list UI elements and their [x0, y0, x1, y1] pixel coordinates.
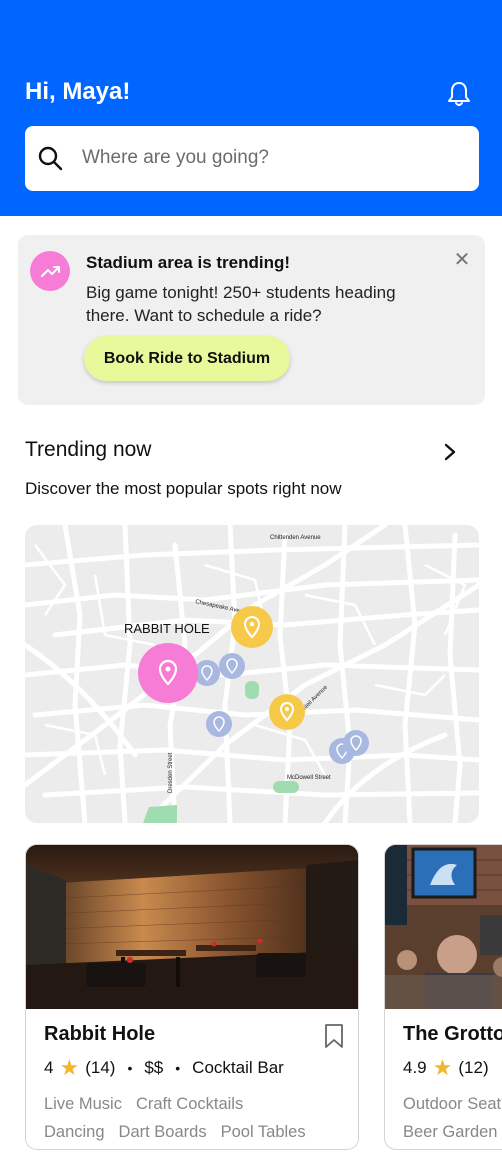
- venue-price: $$: [144, 1058, 164, 1077]
- trending-map[interactable]: Chittenden Avenue Chesapeake Ave Neil Av…: [25, 525, 479, 823]
- star-icon: ★: [59, 1055, 80, 1080]
- bell-icon[interactable]: [446, 80, 472, 108]
- map-pin[interactable]: [219, 653, 245, 679]
- venue-name: The Grotto: [403, 1023, 502, 1045]
- tag: Dancing: [44, 1123, 105, 1141]
- tag: Dart Boards: [118, 1123, 207, 1141]
- map-pin-selected[interactable]: [138, 643, 198, 703]
- search-icon: [38, 146, 63, 171]
- tag: Craft Cocktails: [135, 1095, 244, 1113]
- section-title: Trending now: [25, 438, 152, 461]
- street-label: Chittenden Avenue: [270, 535, 321, 541]
- venue-reviews: (14): [85, 1058, 116, 1077]
- venue-meta: 4 ★ (14) • $$ • Cocktail Bar: [44, 1055, 284, 1081]
- street-label: Dresden Street: [168, 752, 174, 793]
- star-icon: ★: [432, 1055, 453, 1080]
- venue-card[interactable]: Rabbit Hole 4 ★ (14) • $$ • Cocktail Bar Live …: [25, 844, 359, 1150]
- venue-rating: 4: [44, 1058, 54, 1077]
- section-subtitle: Discover the most popular spots right no…: [25, 479, 342, 498]
- map-place-label: RABBIT HOLE: [124, 621, 210, 636]
- trending-up-icon: [30, 251, 70, 291]
- venue-photo: [26, 845, 358, 1009]
- map-pin-trending[interactable]: [231, 606, 273, 648]
- separator-dot: •: [127, 1060, 133, 1076]
- banner-body: Big game tonight! 250+ students heading …: [86, 283, 396, 325]
- chevron-right-icon[interactable]: [440, 440, 460, 464]
- map-pin[interactable]: [206, 711, 232, 737]
- venue-card[interactable]: The Grotto 4.9 ★ (12) Outdoor Seat Beer Ga…: [384, 844, 502, 1150]
- venue-tags: Outdoor Seat Beer Garden: [403, 1090, 502, 1146]
- venue-category: Cocktail Bar: [192, 1058, 284, 1077]
- map-pin[interactable]: [343, 730, 369, 756]
- venue-reviews: (12): [458, 1058, 489, 1077]
- venue-photo: [385, 845, 502, 1009]
- venue-tags: Live Music Craft Cocktails Dancing Dart Bo…: [44, 1090, 320, 1146]
- close-icon[interactable]: ✕: [452, 250, 472, 270]
- banner-title: Stadium area is trending!: [86, 253, 291, 272]
- tag: Outdoor Seat: [403, 1095, 502, 1113]
- tag: Live Music: [44, 1095, 122, 1113]
- search-placeholder: Where are you going?: [82, 147, 269, 168]
- greeting-title: Hi, Maya!: [25, 78, 131, 105]
- tag: Pool Tables: [220, 1123, 306, 1141]
- separator-dot: •: [175, 1060, 181, 1076]
- venue-name: Rabbit Hole: [44, 1023, 156, 1045]
- map-pin-trending[interactable]: [269, 694, 305, 730]
- tag: Beer Garden: [403, 1123, 498, 1141]
- bookmark-icon[interactable]: [324, 1023, 344, 1049]
- venue-meta: 4.9 ★ (12): [403, 1055, 489, 1081]
- street-label: McDowell Street: [287, 775, 331, 781]
- book-ride-button[interactable]: Book Ride to Stadium: [84, 336, 290, 381]
- venue-rating: 4.9: [403, 1058, 427, 1077]
